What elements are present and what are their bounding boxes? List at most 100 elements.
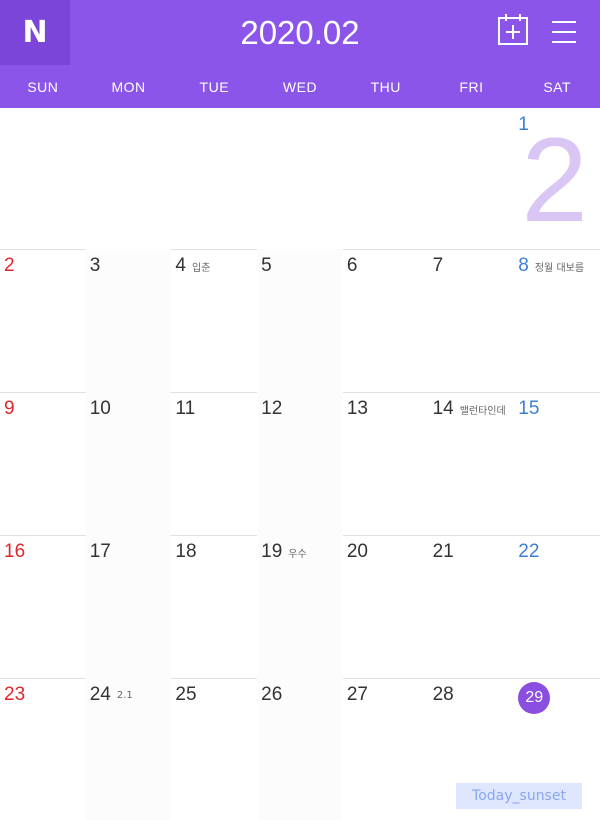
calendar-day-cell[interactable]: 5 xyxy=(257,249,343,392)
day-number-label: 27 xyxy=(346,684,368,705)
calendar-day-cell xyxy=(171,108,257,249)
calendar-day-cell[interactable]: 6 xyxy=(343,249,429,392)
calendar-day-cell xyxy=(257,108,343,249)
day-number: 27 xyxy=(347,684,368,706)
day-number-label: 11 xyxy=(175,398,196,419)
day-number: 22 xyxy=(518,541,539,563)
calendar-day-cell[interactable]: 18 xyxy=(171,535,257,678)
day-number-label: 22 xyxy=(518,541,540,562)
day-number-label: 10 xyxy=(89,398,111,419)
day-number-label: 5 xyxy=(261,255,272,276)
calendar-week-row: 12 xyxy=(0,108,600,250)
day-number-label: 13 xyxy=(346,398,368,419)
day-number: 25 xyxy=(175,684,196,706)
weekday-thu: THU xyxy=(370,78,401,95)
calendar-week-row: 9 10 11 12 13 14 밸런타인데 15 xyxy=(0,392,600,536)
day-number: 14 밸런타인데 xyxy=(433,398,506,420)
calendar-day-cell[interactable]: 26 xyxy=(257,678,343,820)
calendar-day-cell[interactable]: 16 xyxy=(0,535,86,678)
big-month-number: 2 xyxy=(521,113,588,247)
menu-icon[interactable] xyxy=(548,16,580,48)
day-number-label: 26 xyxy=(261,684,283,705)
weekday-header: SUN MON TUE WED THU FRI SAT xyxy=(0,65,600,108)
calendar-day-cell xyxy=(429,108,515,249)
calendar-day-cell[interactable]: 2 xyxy=(0,249,86,392)
day-note: 2.1 xyxy=(116,689,133,701)
calendar-day-cell[interactable]: 27 xyxy=(343,678,429,820)
naver-logo[interactable]: N xyxy=(0,0,70,65)
day-number: 9 xyxy=(4,398,15,420)
calendar-day-cell[interactable]: 4 입춘 xyxy=(171,249,257,392)
day-number-label: 20 xyxy=(346,541,368,562)
day-number-label: 2 xyxy=(4,255,15,276)
day-number: 12 xyxy=(261,398,282,420)
calendar-day-cell[interactable]: 10 xyxy=(85,392,172,535)
calendar-day-cell[interactable]: 3 xyxy=(85,249,172,392)
day-note: 정월 대보름 xyxy=(534,262,585,274)
day-number-label: 3 xyxy=(89,255,101,276)
day-number: 6 xyxy=(347,255,358,277)
day-number: 20 xyxy=(347,541,368,563)
calendar-week-row: 2 3 4 입춘 5 6 7 8 정월 대보름 xyxy=(0,249,600,393)
day-number-label: 25 xyxy=(175,684,197,705)
day-number: 28 xyxy=(433,684,454,706)
weekday-tue: TUE xyxy=(199,78,230,95)
weekday-sat: SAT xyxy=(543,78,572,95)
calendar-day-cell[interactable]: 13 xyxy=(343,392,429,535)
day-number-label: 4 xyxy=(175,255,186,276)
calendar-day-cell xyxy=(86,108,172,249)
day-number: 11 xyxy=(175,398,195,420)
day-number-label: 24 xyxy=(89,684,111,705)
add-event-icon[interactable] xyxy=(495,12,531,48)
calendar-day-cell[interactable]: 25 xyxy=(171,678,257,820)
calendar-grid: 1 2 2 3 4 입춘 5 6 7 8 정월 대보름 9 10 11 12 13 14 밸런타인데 15 16 17 1… xyxy=(0,108,600,820)
month-title[interactable]: 2020.02 xyxy=(200,0,400,65)
day-number: 23 xyxy=(4,684,25,706)
calendar-day-cell[interactable]: 23 xyxy=(0,678,86,820)
calendar-day-cell[interactable]: 9 xyxy=(0,392,86,535)
day-number-label: 7 xyxy=(432,255,444,276)
calendar-day-cell[interactable]: 8 정월 대보름 xyxy=(514,249,600,392)
day-number-label: 28 xyxy=(432,684,454,705)
weekday-mon: MON xyxy=(111,78,146,95)
day-number-label: 14 xyxy=(432,398,454,419)
weekday-sun: SUN xyxy=(27,78,59,95)
calendar-day-cell[interactable]: 19 우수 xyxy=(257,535,343,678)
calendar-day-cell[interactable]: 15 xyxy=(514,392,600,535)
day-number-label: 12 xyxy=(261,398,283,419)
day-number: 4 입춘 xyxy=(175,255,210,277)
weekday-wed: WED xyxy=(282,78,318,95)
day-number-label: 23 xyxy=(4,684,26,705)
day-number: 7 xyxy=(433,255,444,277)
day-number: 15 xyxy=(518,398,539,420)
day-number-label: 18 xyxy=(175,541,197,562)
day-number: 2 xyxy=(4,255,15,277)
calendar-week-row: 16 17 18 19 우수 20 21 22 xyxy=(0,535,600,679)
day-note: 입춘 xyxy=(192,262,211,274)
calendar-day-cell[interactable]: 14 밸런타인데 xyxy=(429,392,515,535)
day-number-label: 17 xyxy=(89,541,111,562)
calendar-day-cell[interactable]: 11 xyxy=(171,392,257,535)
day-number: 10 xyxy=(90,398,111,420)
day-number: 13 xyxy=(347,398,368,420)
day-number-label: 19 xyxy=(261,541,283,562)
calendar-day-cell[interactable]: 7 xyxy=(429,249,515,392)
day-number: 5 xyxy=(261,255,272,277)
calendar-day-cell xyxy=(0,108,86,249)
calendar-day-cell[interactable]: 12 xyxy=(257,392,343,535)
calendar-day-cell[interactable]: 24 2.1 xyxy=(85,678,172,820)
watermark: Today_sunset xyxy=(456,783,582,809)
calendar-day-cell[interactable]: 20 xyxy=(343,535,429,678)
day-number: 3 xyxy=(90,255,101,277)
day-number: 24 2.1 xyxy=(90,684,133,706)
calendar-day-cell xyxy=(343,108,429,249)
calendar-day-cell[interactable]: 21 xyxy=(429,535,515,678)
day-note: 우수 xyxy=(288,548,307,560)
calendar-day-cell[interactable]: 17 xyxy=(85,535,172,678)
day-number: 16 xyxy=(4,541,25,563)
day-number: 18 xyxy=(175,541,196,563)
calendar-day-cell[interactable]: 22 xyxy=(514,535,600,678)
day-number-label: 6 xyxy=(346,255,358,276)
day-number-label: 9 xyxy=(4,398,15,419)
today-date-badge[interactable]: 29 xyxy=(518,682,551,714)
